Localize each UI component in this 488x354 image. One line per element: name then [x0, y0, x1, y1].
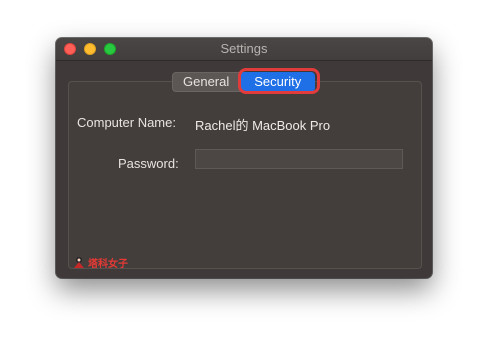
- tab-content-panel: Computer Name: Rachel的 MacBook Pro Passw…: [68, 81, 422, 270]
- tab-security[interactable]: Security: [240, 72, 316, 92]
- screenshot-canvas: Settings Computer Name: Rachel的 MacBook …: [0, 0, 488, 354]
- watermark-logo-icon: [74, 257, 84, 268]
- title-bar[interactable]: Settings: [56, 38, 432, 61]
- settings-window: Settings Computer Name: Rachel的 MacBook …: [56, 38, 432, 278]
- password-field[interactable]: [195, 149, 403, 169]
- watermark: 塔科女子: [73, 255, 128, 270]
- computer-name-value: Rachel的 MacBook Pro: [195, 118, 331, 133]
- window-title: Settings: [220, 41, 268, 56]
- computer-name-label: Computer Name:: [77, 115, 176, 130]
- watermark-text: 塔科女子: [88, 259, 128, 270]
- password-label: Password:: [118, 156, 179, 171]
- tab-bar: General Security: [172, 72, 316, 92]
- tab-general[interactable]: General: [172, 72, 241, 92]
